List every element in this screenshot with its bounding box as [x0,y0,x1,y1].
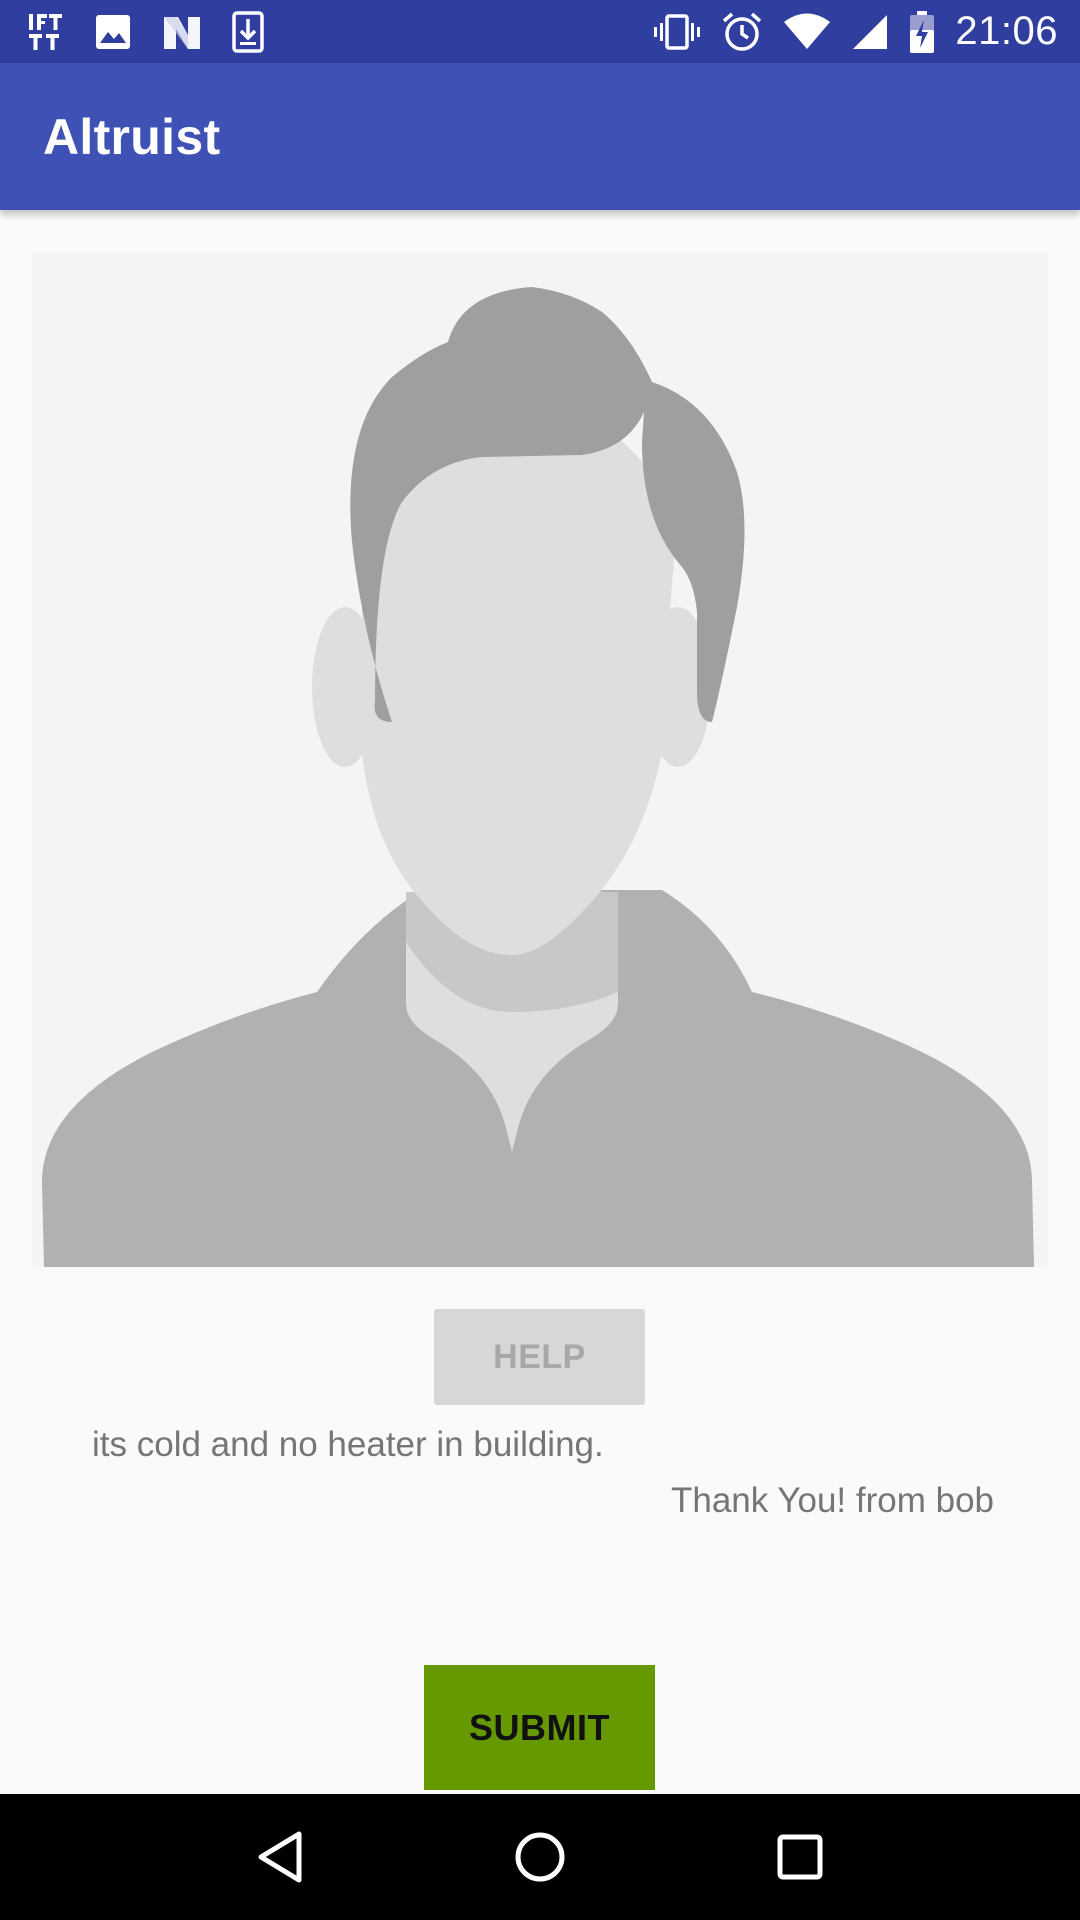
thanks-message: Thank You! from bob [671,1481,994,1520]
alarm-icon [721,11,763,53]
back-icon[interactable] [230,1807,330,1907]
help-button[interactable]: HELP [434,1309,645,1405]
request-message: its cold and no heater in building. [92,1425,604,1464]
app-bar: Altruist [0,63,1080,210]
status-right: 21:06 [633,9,1058,54]
vibrate-icon [653,12,701,52]
n-logo-icon [162,13,202,51]
app-title: Altruist [43,108,221,165]
battery-charging-icon [909,10,935,54]
profile-photo [32,252,1048,1267]
wifi-icon [783,13,831,51]
ifttt-icon [28,12,64,52]
status-time: 21:06 [955,9,1058,53]
home-icon[interactable] [490,1807,590,1907]
signal-icon [851,13,889,51]
default-avatar-icon [42,287,1034,1267]
navigation-bar [0,1794,1080,1920]
download-icon [232,10,264,53]
image-icon [94,13,132,51]
status-bar: 21:06 [0,0,1080,63]
submit-button[interactable]: SUBMIT [424,1665,655,1790]
status-left [28,10,294,53]
recents-icon[interactable] [750,1807,850,1907]
